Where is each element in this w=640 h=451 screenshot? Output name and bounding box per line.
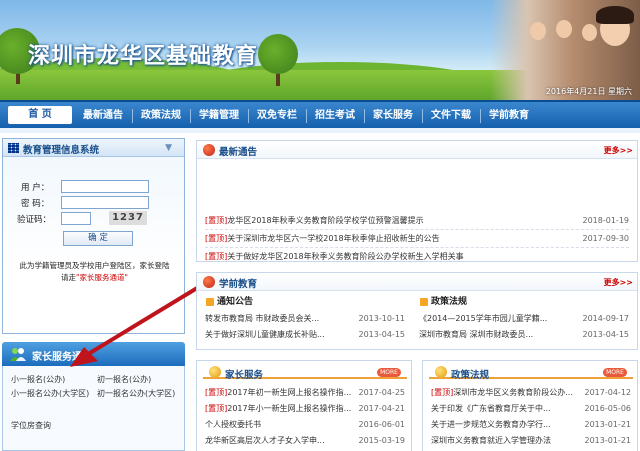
nav-home[interactable]: 首 页 — [8, 106, 72, 124]
list-item[interactable]: 关于印发《广东省教育厅关于中... 2016-05-06 — [431, 403, 631, 415]
login-panel-title: 教育管理信息系统 — [23, 145, 100, 156]
password-input[interactable] — [61, 196, 149, 209]
parent-channel-link[interactable]: "家长服务通道" — [76, 273, 128, 282]
nav-free-education[interactable]: 双免专栏 — [250, 107, 304, 125]
policy-title: 政策法规 — [451, 370, 490, 381]
nav-underbar — [0, 128, 640, 133]
nav-enrollment-exams[interactable]: 招生考试 — [308, 107, 362, 125]
list-item[interactable]: 深圳市教育局 深圳市财政委员... 2013-04-15 — [419, 329, 629, 341]
site-title: 深圳市龙华区基础教育 — [28, 44, 259, 69]
login-note-prefix: 请走 — [61, 273, 77, 282]
children-photo — [490, 0, 640, 100]
tree-icon — [258, 34, 298, 74]
nav-preschool[interactable]: 学前教育 — [482, 107, 536, 125]
list-item[interactable]: [置顶]2017年小一新生网上报名操作指... 2017-04-21 — [205, 403, 405, 415]
preschool-title: 学前教育 — [219, 279, 258, 290]
preschool-header: 学前教育 更多>> — [197, 273, 637, 291]
parent-services-header: 家长服务 MORE — [203, 365, 407, 381]
login-note-line2: 请走"家长服务通道" — [3, 272, 186, 284]
people-icon — [10, 348, 26, 361]
latest-notices-panel: 最新通告 更多>> [置顶]龙华区2018年秋季义务教育阶段学校学位预警温馨提示… — [196, 140, 638, 262]
link-junior-enroll-public[interactable]: 初一报名(公办) — [97, 374, 151, 385]
link-school-house-query[interactable]: 学位房查询 — [11, 420, 51, 431]
user-label: 用 户： — [21, 183, 50, 193]
policy-header: 政策法规 MORE — [429, 365, 633, 381]
list-item[interactable]: [置顶]关于深圳市龙华区六一学校2018年秋季停止招收新生的公告 2017-09-… — [205, 233, 629, 245]
nav-parent-services[interactable]: 家长服务 — [366, 107, 420, 125]
captcha-label: 验证码： — [17, 215, 52, 225]
preschool-policy-heading: 政策法规 — [417, 295, 467, 309]
list-item[interactable]: [置顶]龙华区2018年秋季义务教育阶段学校学位预警温馨提示 2018-01-19 — [205, 215, 629, 227]
preschool-notice-heading: 通知公告 — [203, 295, 253, 309]
list-item[interactable]: 深圳市义务教育就近入学管理办法 2013-01-21 — [431, 435, 631, 447]
parent-services-title: 家长服务 — [225, 370, 264, 381]
login-submit-button[interactable]: 确 定 — [63, 231, 133, 246]
latest-notices-header: 最新通告 更多>> — [197, 141, 637, 159]
list-item[interactable]: [置顶]深圳市龙华区义务教育阶段公办... 2017-04-12 — [431, 387, 631, 399]
sun-icon — [209, 366, 221, 378]
list-item[interactable]: 《2014—2015学年市园儿童学籍... 2014-09-17 — [419, 313, 629, 325]
nav-student-records[interactable]: 学籍管理 — [192, 107, 246, 125]
current-date: 2016年4月21日 星期六 — [545, 87, 632, 96]
list-item[interactable]: 个人授权委托书 2016-06-01 — [205, 419, 405, 431]
latest-more-link[interactable]: 更多>> — [604, 145, 633, 156]
family-services-title: 家长服务通道 — [32, 352, 92, 363]
preschool-more-link[interactable]: 更多>> — [604, 277, 633, 288]
parent-services-more-button[interactable]: MORE — [377, 368, 401, 377]
preschool-panel: 学前教育 更多>> 通知公告 政策法规 转发市教育局 市财政委员会关... 201… — [196, 272, 638, 350]
site-banner: 深圳市龙华区基础教育 2016年4月21日 星期六 — [0, 0, 640, 100]
nav-latest-notices[interactable]: 最新通告 — [76, 107, 130, 125]
chevron-down-icon[interactable]: ▼ — [165, 143, 172, 153]
link-primary-enroll-public[interactable]: 小一报名(公办) — [11, 374, 65, 385]
nav-downloads[interactable]: 文件下载 — [424, 107, 478, 125]
list-item[interactable]: [置顶]关于做好龙华区2018年秋季义务教育阶段公办学校新生入学相关事 — [205, 251, 629, 261]
family-services-links: 小一报名(公办) 初一报名(公办) 小一报名公办(大学区) 初一报名公办(大学区… — [2, 366, 185, 451]
captcha-input[interactable] — [61, 212, 91, 225]
notice-icon — [203, 144, 215, 156]
policy-panel: 政策法规 MORE [置顶]深圳市龙华区义务教育阶段公办... 2017-04-1… — [422, 360, 638, 451]
password-label: 密 码： — [21, 199, 50, 209]
captcha-image[interactable]: 1237 — [109, 211, 147, 225]
preschool-icon — [203, 276, 215, 288]
list-item[interactable]: 转发市教育局 市财政委员会关... 2013-10-11 — [205, 313, 405, 325]
login-form: 用 户： 密 码： 验证码： 1237 确 定 — [3, 157, 184, 269]
grid-icon — [8, 143, 19, 153]
nav-policy[interactable]: 政策法规 — [134, 107, 188, 125]
login-panel: 教育管理信息系统 ▼ 用 户： 密 码： 验证码： 1237 确 定 此为学籍管… — [2, 138, 185, 334]
link-primary-enroll-district[interactable]: 小一报名公办(大学区) — [11, 388, 91, 399]
username-input[interactable] — [61, 180, 149, 193]
link-junior-enroll-district[interactable]: 初一报名公办(大学区) — [97, 388, 181, 399]
login-panel-header: 教育管理信息系统 ▼ — [3, 139, 184, 157]
login-note: 此为学籍管理员及学校用户登陆区，家长登陆 请走"家长服务通道" — [3, 260, 186, 284]
login-note-line1: 此为学籍管理员及学校用户登陆区，家长登陆 — [19, 261, 170, 270]
family-services-header: 家长服务通道 — [2, 342, 185, 366]
latest-notices-title: 最新通告 — [219, 147, 258, 158]
policy-more-button[interactable]: MORE — [603, 368, 627, 377]
sun-icon — [435, 366, 447, 378]
list-item[interactable]: 关于进一步规范义务教育办学行... 2013-01-21 — [431, 419, 631, 431]
list-item[interactable]: [置顶]2017年初一新生网上报名操作指... 2017-04-25 — [205, 387, 405, 399]
list-item[interactable]: 关于做好深圳儿童健康成长补贴... 2013-04-15 — [205, 329, 405, 341]
list-item[interactable]: 龙华新区高层次人才子女入学申... 2015-03-19 — [205, 435, 405, 447]
main-nav: 首 页 最新通告 政策法规 学籍管理 双免专栏 招生考试 家长服务 文件下载 学… — [0, 100, 640, 128]
parent-services-panel: 家长服务 MORE [置顶]2017年初一新生网上报名操作指... 2017-04… — [196, 360, 412, 451]
